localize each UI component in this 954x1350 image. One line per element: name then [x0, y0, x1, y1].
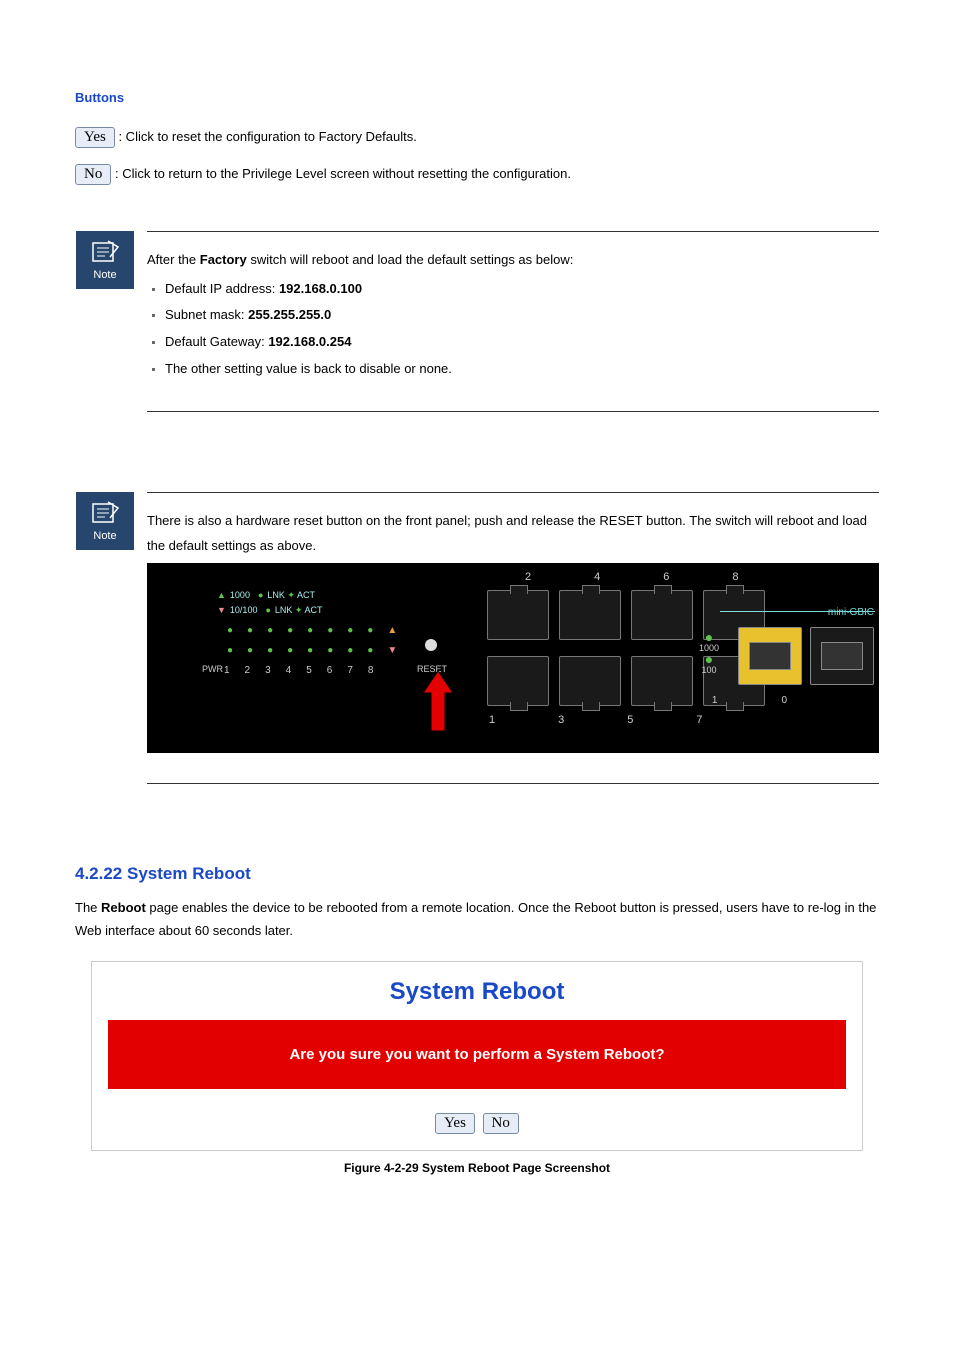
led-row-bot: ●●●●●●●●▼ — [227, 641, 411, 660]
sfp-slot-9 — [738, 627, 802, 685]
note1-intro-pre: After the — [147, 252, 200, 267]
reboot-paragraph: The Reboot page enables the device to be… — [75, 896, 879, 943]
port-numbers: 12345678 — [224, 661, 389, 680]
section-heading: 4.2.22 System Reboot — [75, 864, 879, 884]
gbic-label: mini-GBIC — [828, 603, 874, 622]
dialog-yes-button[interactable]: Yes — [435, 1113, 475, 1134]
note2-intro: There is also a hardware reset button on… — [147, 513, 867, 553]
note1-li4: The other setting value is back to disab… — [165, 361, 452, 376]
para-pre: The — [75, 900, 101, 915]
dialog-title: System Reboot — [92, 962, 862, 1020]
note-label-2: Note — [93, 530, 116, 542]
para-bold: Reboot — [101, 900, 146, 915]
note1-intro-suf: switch will reboot and load the default … — [247, 252, 574, 267]
legend-act2: ACT — [304, 605, 322, 615]
legend-10-100: 10/100 — [230, 605, 258, 615]
dialog-warning: Are you sure you want to perform a Syste… — [108, 1020, 846, 1089]
no-desc: : Click to return to the Privilege Level… — [115, 166, 571, 181]
switch-front-panel-image: ▲1000●LNK ✦ ACT ▼10/100●LNK ✦ ACT ●●●●●●… — [147, 563, 879, 753]
note-icon: Note — [76, 492, 134, 550]
sfp-speed-leds: ●1000 ●100 — [699, 633, 719, 677]
note-block-2: Note There is also a hardware reset butt… — [75, 482, 879, 803]
legend-act1: ACT — [297, 590, 315, 600]
note-icon: Note — [76, 231, 134, 289]
reset-button-graphic — [425, 639, 437, 651]
yes-button-sample[interactable]: Yes — [75, 127, 115, 148]
note1-intro-strong: Factory — [200, 252, 247, 267]
legend-lnk2: LNK — [275, 605, 293, 615]
yes-desc: : Click to reset the configuration to Fa… — [118, 129, 416, 144]
sfp-nums: 9 10 — [147, 691, 851, 710]
section-num: 4.2.22 — [75, 864, 127, 883]
legend-lnk1: LNK — [267, 590, 285, 600]
figure-caption: Figure 4-2-29 System Reboot Page Screens… — [75, 1161, 879, 1175]
note1-li2-label: Subnet mask: — [165, 307, 248, 322]
para-post: page enables the device to be rebooted f… — [75, 900, 876, 938]
note-label: Note — [93, 269, 116, 281]
buttons-heading: Buttons — [75, 90, 879, 105]
spd-100: 100 — [699, 663, 719, 677]
system-reboot-dialog: System Reboot Are you sure you want to p… — [91, 961, 863, 1151]
note1-li3-val: 192.168.0.254 — [268, 334, 351, 349]
no-button-sample[interactable]: No — [75, 164, 111, 185]
pwr-label: PWR — [202, 661, 223, 678]
rj-bot-nums: 1357 — [489, 710, 787, 731]
note1-li2-val: 255.255.255.0 — [248, 307, 331, 322]
note1-li1-val: 192.168.0.100 — [279, 281, 362, 296]
led-row-top: ●●●●●●●●▲ — [227, 621, 411, 640]
dialog-no-button[interactable]: No — [483, 1113, 519, 1134]
sfp-slot-10 — [810, 627, 874, 685]
legend-1000: 1000 — [230, 590, 250, 600]
note1-li1-label: Default IP address: — [165, 281, 279, 296]
section-title: System Reboot — [127, 864, 251, 883]
note1-li3-label: Default Gateway: — [165, 334, 268, 349]
note-block-1: Note After the Factory switch will reboo… — [75, 221, 879, 452]
